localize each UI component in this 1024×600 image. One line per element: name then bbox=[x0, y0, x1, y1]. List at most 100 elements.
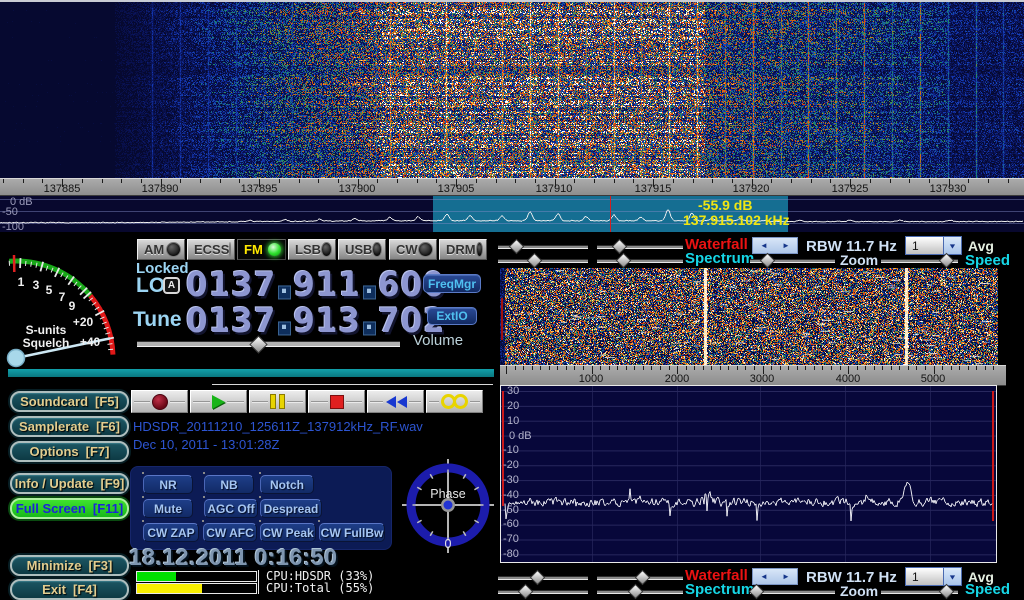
slider-thumb[interactable] bbox=[527, 253, 543, 269]
wf-brightness-slider[interactable] bbox=[498, 241, 588, 252]
wf-brightness-slider-2[interactable] bbox=[498, 572, 588, 583]
mode-label: CW bbox=[396, 242, 418, 257]
fullscreen-button[interactable]: Full Screen[F11] bbox=[10, 498, 129, 519]
db-label: 10 bbox=[507, 415, 543, 427]
mode-button-fm[interactable]: FM bbox=[237, 239, 286, 260]
zoom-slider-2[interactable] bbox=[750, 586, 835, 597]
exit-button[interactable]: Exit[F4] bbox=[10, 579, 129, 600]
divider bbox=[429, 401, 439, 402]
agc-button[interactable]: AGC Off bbox=[204, 499, 258, 518]
mode-button-usb[interactable]: USB bbox=[338, 239, 386, 260]
lo-frequency-display[interactable]: 0137911600 bbox=[186, 266, 446, 305]
rbw-spinner[interactable] bbox=[752, 237, 798, 254]
cw-fullbw-button[interactable]: CW FullBw bbox=[319, 523, 385, 542]
tick bbox=[417, 179, 418, 183]
avg-dropdown[interactable]: 1 bbox=[905, 236, 962, 255]
rf-frequency-scale[interactable]: 137885 137890 137895 137900 137905 13791… bbox=[0, 178, 1024, 196]
samplerate-button[interactable]: Samplerate[F6] bbox=[10, 416, 129, 437]
rf-waterfall-display[interactable] bbox=[0, 0, 1024, 178]
sp-range-slider[interactable] bbox=[597, 255, 683, 266]
cw-afc-button[interactable]: CW AFC bbox=[203, 523, 257, 542]
volume-slider[interactable] bbox=[137, 338, 400, 351]
auto-badge[interactable]: A bbox=[163, 277, 180, 294]
spin-left-icon[interactable] bbox=[753, 238, 775, 253]
chevron-down-icon[interactable] bbox=[943, 568, 961, 585]
lo-freq-khz: 911 bbox=[293, 266, 361, 305]
tick bbox=[934, 366, 935, 374]
despread-button[interactable]: Despread bbox=[260, 499, 322, 518]
sp-gain-slider[interactable] bbox=[498, 255, 588, 266]
freqmgr-button[interactable]: FreqMgr bbox=[423, 274, 481, 293]
stop-button[interactable] bbox=[308, 390, 365, 413]
slider-thumb[interactable] bbox=[616, 253, 632, 269]
rf-spectrum-display[interactable]: 0 dB -50 -100 -55.9 dB 137.915.102 kHz bbox=[0, 196, 1024, 232]
chevron-down-icon[interactable] bbox=[943, 237, 961, 254]
soundcard-button[interactable]: Soundcard[F5] bbox=[10, 391, 129, 412]
slider-thumb[interactable] bbox=[509, 239, 525, 255]
mode-button-cw[interactable]: CW bbox=[389, 239, 437, 260]
sp-gain-slider-2[interactable] bbox=[498, 586, 588, 597]
audio-spectrum-display[interactable]: 30 20 10 0 dB -10 -20 -30 -40 -50 -60 -7… bbox=[500, 385, 997, 563]
cpu-hdsdr-meter bbox=[136, 571, 257, 582]
record-button[interactable] bbox=[131, 390, 188, 413]
info-update-button[interactable]: Info / Update[F9] bbox=[10, 473, 129, 494]
slider-track bbox=[597, 245, 683, 249]
squelch-label[interactable]: Squelch bbox=[23, 336, 70, 350]
tick bbox=[942, 366, 943, 370]
mode-button-drm[interactable]: DRM bbox=[439, 239, 487, 260]
tune-freq-khz: 913 bbox=[293, 302, 361, 341]
avg-dropdown-2[interactable]: 1 bbox=[905, 567, 962, 586]
pause-button[interactable] bbox=[249, 390, 306, 413]
slider-thumb[interactable] bbox=[611, 239, 627, 255]
tick bbox=[694, 366, 695, 370]
wf-contrast-slider[interactable] bbox=[597, 241, 683, 252]
slider-thumb[interactable] bbox=[939, 253, 955, 269]
slider-thumb[interactable] bbox=[634, 570, 650, 586]
minimize-button[interactable]: Minimize[F3] bbox=[10, 555, 129, 576]
play-button[interactable] bbox=[190, 390, 247, 413]
tick bbox=[686, 366, 687, 370]
tune-frequency-display[interactable]: 0137913702 bbox=[186, 302, 446, 341]
wf-contrast-slider-2[interactable] bbox=[597, 572, 683, 583]
spectrum-label[interactable]: Spectrum bbox=[685, 250, 754, 267]
nb-button[interactable]: NB bbox=[204, 475, 254, 494]
spin-right-icon[interactable] bbox=[775, 238, 797, 253]
mode-button-ecss[interactable]: ECSS bbox=[187, 239, 235, 260]
cw-peak-button[interactable]: CW Peak bbox=[260, 523, 316, 542]
tick bbox=[523, 366, 524, 370]
slider-thumb[interactable] bbox=[628, 584, 644, 600]
audio-waterfall-display[interactable] bbox=[500, 268, 998, 365]
slider-thumb[interactable] bbox=[529, 570, 545, 586]
options-button[interactable]: Options[F7] bbox=[10, 441, 129, 462]
extio-button[interactable]: ExtIO bbox=[427, 307, 477, 325]
mode-button-am[interactable]: AM bbox=[137, 239, 185, 260]
loop-button[interactable] bbox=[426, 390, 483, 413]
slider-thumb[interactable] bbox=[249, 335, 267, 353]
scale-label: 5000 bbox=[908, 373, 958, 385]
speed-slider[interactable] bbox=[881, 255, 958, 266]
tick bbox=[549, 366, 550, 370]
mode-button-lsb[interactable]: LSB bbox=[288, 239, 336, 260]
spin-right-icon[interactable] bbox=[775, 569, 797, 584]
slider-thumb[interactable] bbox=[939, 584, 955, 600]
notch-button[interactable]: Notch bbox=[260, 475, 314, 494]
mute-button[interactable]: Mute bbox=[143, 499, 193, 518]
audio-frequency-scale[interactable]: 1000 2000 3000 4000 5000 bbox=[500, 365, 1006, 386]
dsp-label: Mute bbox=[154, 502, 182, 516]
nr-button[interactable]: NR bbox=[143, 475, 193, 494]
rbw-spinner-2[interactable] bbox=[752, 568, 798, 585]
slider-thumb[interactable] bbox=[518, 584, 534, 600]
tick bbox=[850, 179, 851, 187]
sp-range-slider-2[interactable] bbox=[597, 586, 683, 597]
slider-thumb[interactable] bbox=[760, 253, 776, 269]
digit-separator bbox=[278, 321, 291, 335]
extio-label: ExtIO bbox=[436, 309, 467, 323]
scale-label: 2000 bbox=[652, 373, 702, 385]
spin-left-icon[interactable] bbox=[753, 569, 775, 584]
cw-zap-button[interactable]: CW ZAP bbox=[143, 523, 199, 542]
zoom-slider[interactable] bbox=[750, 255, 835, 266]
speed-slider-2[interactable] bbox=[881, 586, 958, 597]
spectrum-label-2[interactable]: Spectrum bbox=[685, 581, 754, 598]
rewind-button[interactable] bbox=[367, 390, 424, 413]
slider-thumb[interactable] bbox=[748, 584, 764, 600]
